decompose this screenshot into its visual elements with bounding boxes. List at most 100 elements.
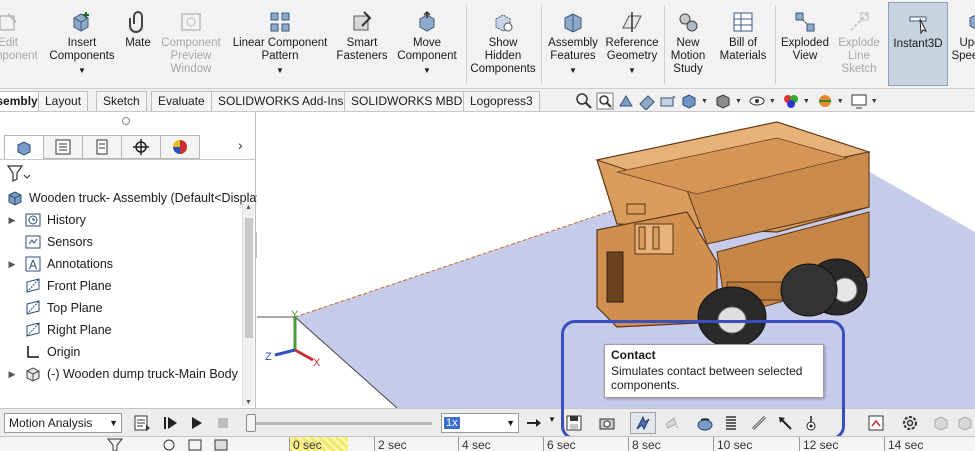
component-preview-window-button[interactable]: Component Preview Window: [158, 2, 224, 86]
gravity-icon[interactable]: [662, 414, 680, 432]
tree-scrollbar[interactable]: ▲ ▼: [242, 204, 254, 406]
tab-dimxpert-manager[interactable]: [121, 135, 161, 159]
filter-driving-icon[interactable]: [160, 437, 178, 451]
motion-manager-option-icon[interactable]: [956, 414, 974, 432]
hide-show-items-icon[interactable]: [748, 92, 766, 110]
scroll-up-arrow-icon[interactable]: ▲: [245, 204, 252, 211]
panel-collapse-handle[interactable]: [122, 117, 130, 125]
tab-sketch[interactable]: Sketch: [96, 91, 147, 111]
chevron-down-icon[interactable]: ▼: [548, 415, 556, 424]
tab-property-manager[interactable]: [43, 135, 83, 159]
explode-line-sketch-button[interactable]: Explode Line Sketch: [834, 2, 884, 86]
show-hidden-components-button[interactable]: Show Hidden Components: [468, 2, 538, 86]
playback-slider-thumb[interactable]: [246, 414, 256, 432]
playback-speed-select[interactable]: 1x ▼: [441, 413, 519, 433]
tree-item-right-plane[interactable]: Right Plane: [0, 319, 112, 341]
tree-item-history[interactable]: ▶ History: [0, 209, 86, 231]
scrollbar-thumb[interactable]: [245, 218, 253, 338]
spring-icon[interactable]: [722, 414, 740, 432]
tree-item-top-plane[interactable]: Top Plane: [0, 297, 103, 319]
reference-geometry-label: Reference Geometry: [605, 37, 659, 62]
bill-of-materials-button[interactable]: Bill of Materials: [714, 2, 772, 86]
camera-icon[interactable]: [598, 414, 616, 432]
display-style-icon[interactable]: [714, 92, 732, 110]
wooden-dump-truck-model[interactable]: [595, 121, 871, 348]
smart-fasteners-button[interactable]: Smart Fasteners: [334, 2, 390, 86]
linear-component-pattern-button[interactable]: Linear Component Pattern ▼: [228, 2, 332, 86]
reference-geometry-button[interactable]: Reference Geometry ▼: [604, 2, 660, 86]
filter-icon[interactable]: [6, 163, 32, 183]
tree-item-annotations[interactable]: ▶ A Annotations: [0, 253, 113, 275]
move-component-label: Move Component: [397, 37, 457, 62]
new-motion-study-button[interactable]: New Motion Study: [666, 2, 710, 86]
tree-item-sensors[interactable]: Sensors: [0, 231, 93, 253]
scroll-down-arrow-icon[interactable]: ▼: [245, 399, 252, 406]
gear-icon[interactable]: [901, 414, 919, 432]
tree-item-main-body[interactable]: ▶ (-) Wooden dump truck-Main Body: [0, 363, 238, 385]
zoom-to-area-icon[interactable]: [596, 92, 614, 110]
zoom-to-fit-icon[interactable]: [575, 92, 593, 110]
dropdown-arrow-icon[interactable]: ▼: [871, 98, 878, 105]
dropdown-arrow-icon[interactable]: ▼: [837, 98, 844, 105]
dropdown-arrow-icon[interactable]: ▼: [701, 98, 708, 105]
tab-configuration-manager[interactable]: [82, 135, 122, 159]
edit-component-label: Edit Component: [0, 37, 38, 62]
tree-item-origin[interactable]: Origin: [0, 341, 80, 363]
expand-arrow-icon[interactable]: ▶: [6, 209, 18, 231]
filter-results-icon[interactable]: [212, 437, 230, 451]
dropdown-arrow-icon[interactable]: ▼: [769, 98, 776, 105]
smart-fasteners-label: Smart Fasteners: [336, 37, 388, 62]
edit-component-button[interactable]: Edit Component: [0, 2, 40, 86]
playback-slider-track[interactable]: [252, 422, 432, 425]
force-arrow-icon[interactable]: [776, 414, 794, 432]
play-icon[interactable]: [188, 414, 206, 432]
instant3d-button[interactable]: Instant3D: [888, 2, 948, 86]
tree-item-front-plane[interactable]: Front Plane: [0, 275, 112, 297]
damper-icon[interactable]: [750, 414, 768, 432]
chevron-right-icon[interactable]: ›: [238, 137, 243, 153]
dropdown-arrow-icon[interactable]: ▼: [803, 98, 810, 105]
motor-icon[interactable]: [696, 414, 714, 432]
previous-view-icon[interactable]: [617, 92, 635, 110]
explode-line-sketch-label: Explode Line Sketch: [838, 37, 880, 75]
edit-appearance-icon[interactable]: [782, 92, 800, 110]
stop-icon[interactable]: [214, 414, 232, 432]
save-animation-icon[interactable]: [565, 414, 583, 432]
tab-layout[interactable]: Layout: [38, 91, 89, 111]
filter-animated-icon[interactable]: [106, 437, 124, 451]
tab-solidworks-add-ins[interactable]: SOLIDWORKS Add-Ins: [211, 91, 351, 111]
results-and-plots-icon[interactable]: [802, 414, 820, 432]
contact-button[interactable]: [630, 412, 656, 434]
collapse-motion-manager-icon[interactable]: [932, 414, 950, 432]
expand-arrow-icon[interactable]: ▶: [6, 253, 18, 275]
mate-button[interactable]: Mate: [120, 2, 156, 86]
tab-display-manager[interactable]: [160, 135, 200, 159]
motion-study-properties-icon[interactable]: [867, 414, 885, 432]
view-orientation-icon[interactable]: [680, 92, 698, 110]
section-view-icon[interactable]: [638, 92, 656, 110]
filter-selected-icon[interactable]: [186, 437, 204, 451]
timeline-label: 2 sec: [378, 438, 407, 451]
tab-logopress3[interactable]: Logopress3: [463, 91, 540, 111]
tab-evaluate[interactable]: Evaluate: [151, 91, 212, 111]
insert-components-button[interactable]: Insert Components ▼: [46, 2, 118, 86]
move-component-button[interactable]: Move Component ▼: [392, 2, 462, 86]
view-settings-icon[interactable]: [850, 92, 868, 110]
calculate-icon[interactable]: [133, 414, 151, 432]
tab-solidworks-mbd[interactable]: SOLIDWORKS MBD: [344, 91, 470, 111]
motion-timeline[interactable]: 0 sec 2 sec 4 sec 6 sec 8 sec 10 sec 12 …: [0, 436, 975, 451]
play-from-start-icon[interactable]: [162, 414, 180, 432]
playback-mode-icon[interactable]: [525, 414, 543, 432]
tab-feature-manager[interactable]: [4, 135, 44, 159]
speedpak-icon: [969, 14, 975, 30]
assembly-features-button[interactable]: Assembly Features ▼: [544, 2, 602, 86]
dynamic-annotation-icon[interactable]: [659, 92, 677, 110]
table-icon: [733, 12, 753, 32]
apply-scene-icon[interactable]: [816, 92, 834, 110]
dropdown-arrow-icon[interactable]: ▼: [735, 98, 742, 105]
expand-arrow-icon[interactable]: ▶: [6, 363, 18, 385]
study-type-select[interactable]: Motion Analysis ▼: [4, 413, 122, 433]
update-speedpak-button[interactable]: Update SpeedPak: [950, 2, 975, 86]
feature-manager-tabs: ›: [0, 134, 256, 160]
exploded-view-button[interactable]: Exploded View: [776, 2, 834, 86]
